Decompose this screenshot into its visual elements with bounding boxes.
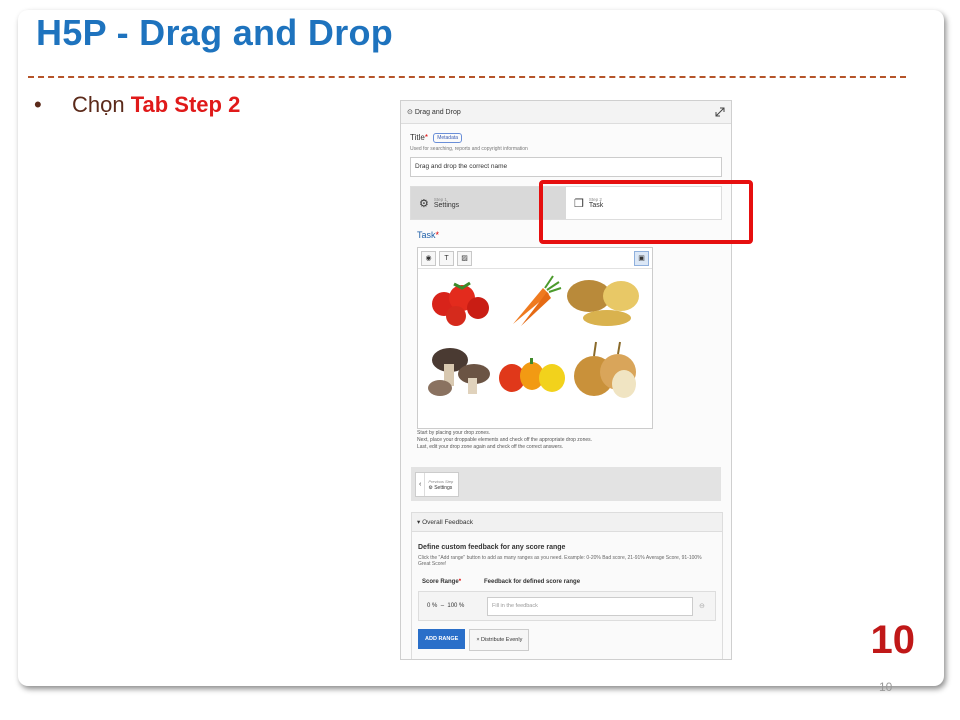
overall-feedback-section: ▾ Overall Feedback Define custom feedbac…: [411, 512, 723, 659]
feedback-column-headers: Score Range* Feedback for defined score …: [422, 579, 581, 585]
previous-step-button[interactable]: ‹ Previous Step ⚙ Settings: [415, 472, 459, 497]
editor-header: ⊙ Drag and Drop: [401, 101, 731, 124]
remove-range-icon[interactable]: ⊖: [699, 602, 705, 610]
slide-number-large: 10: [870, 618, 916, 662]
title-input[interactable]: Drag and drop the correct name: [410, 157, 722, 177]
score-range-values: 0 % – 100 %: [427, 603, 465, 609]
feedback-input[interactable]: Fill in the feedback: [487, 596, 693, 616]
slide-title: H5P - Drag and Drop: [36, 12, 394, 53]
tomatoes-image[interactable]: [428, 274, 494, 328]
onions-image[interactable]: [568, 340, 644, 402]
task-toolbar: ◉ T ▨ ▣: [418, 248, 652, 269]
step-navigation-bar: ‹ Previous Step ⚙ Settings: [411, 467, 721, 501]
feedback-buttons: ADD RANGE × Distribute Evenly: [418, 629, 722, 651]
title-field-label: Title* Metadata: [410, 133, 731, 143]
editor-header-label: ⊙ Drag and Drop: [407, 109, 461, 116]
potatoes-image[interactable]: [563, 274, 643, 330]
text-tool-button[interactable]: T: [439, 250, 454, 266]
title-divider: [28, 76, 906, 78]
task-canvas[interactable]: ◉ T ▨ ▣: [417, 247, 653, 429]
target-icon[interactable]: ◉: [421, 250, 436, 266]
title-help-text: Used for searching, reports and copyrigh…: [410, 146, 528, 152]
feedback-title: Define custom feedback for any score ran…: [418, 544, 566, 551]
score-range-row: 0 % – 100 % Fill in the feedback ⊖: [418, 591, 716, 621]
feedback-description: Click the "Add range" button to add as m…: [418, 555, 702, 567]
bullet-emphasis: Tab Step 2: [130, 92, 241, 117]
chevron-left-icon: ‹: [416, 473, 426, 496]
carrots-image[interactable]: [503, 274, 563, 330]
slide-number-small: 10: [879, 680, 893, 694]
step-2-highlight-box: [539, 180, 753, 244]
task-instructions: Start by placing your drop zones. Next, …: [417, 430, 593, 450]
add-range-button[interactable]: ADD RANGE: [418, 629, 466, 649]
paste-icon[interactable]: ▣: [634, 250, 649, 266]
bullet-prefix: Chọn: [72, 92, 131, 117]
overall-feedback-toggle[interactable]: ▾ Overall Feedback: [412, 513, 722, 532]
peppers-image[interactable]: [498, 356, 568, 396]
bullet-instruction: • Chọn Tab Step 2: [34, 92, 240, 118]
bullet-dot: •: [34, 92, 42, 117]
image-icon[interactable]: ▨: [457, 250, 472, 266]
metadata-button[interactable]: Metadata: [433, 133, 463, 143]
gear-icon: ⚙: [419, 197, 429, 210]
expand-icon[interactable]: [715, 107, 725, 117]
mushrooms-image[interactable]: [426, 344, 496, 400]
distribute-evenly-button[interactable]: × Distribute Evenly: [469, 629, 530, 651]
